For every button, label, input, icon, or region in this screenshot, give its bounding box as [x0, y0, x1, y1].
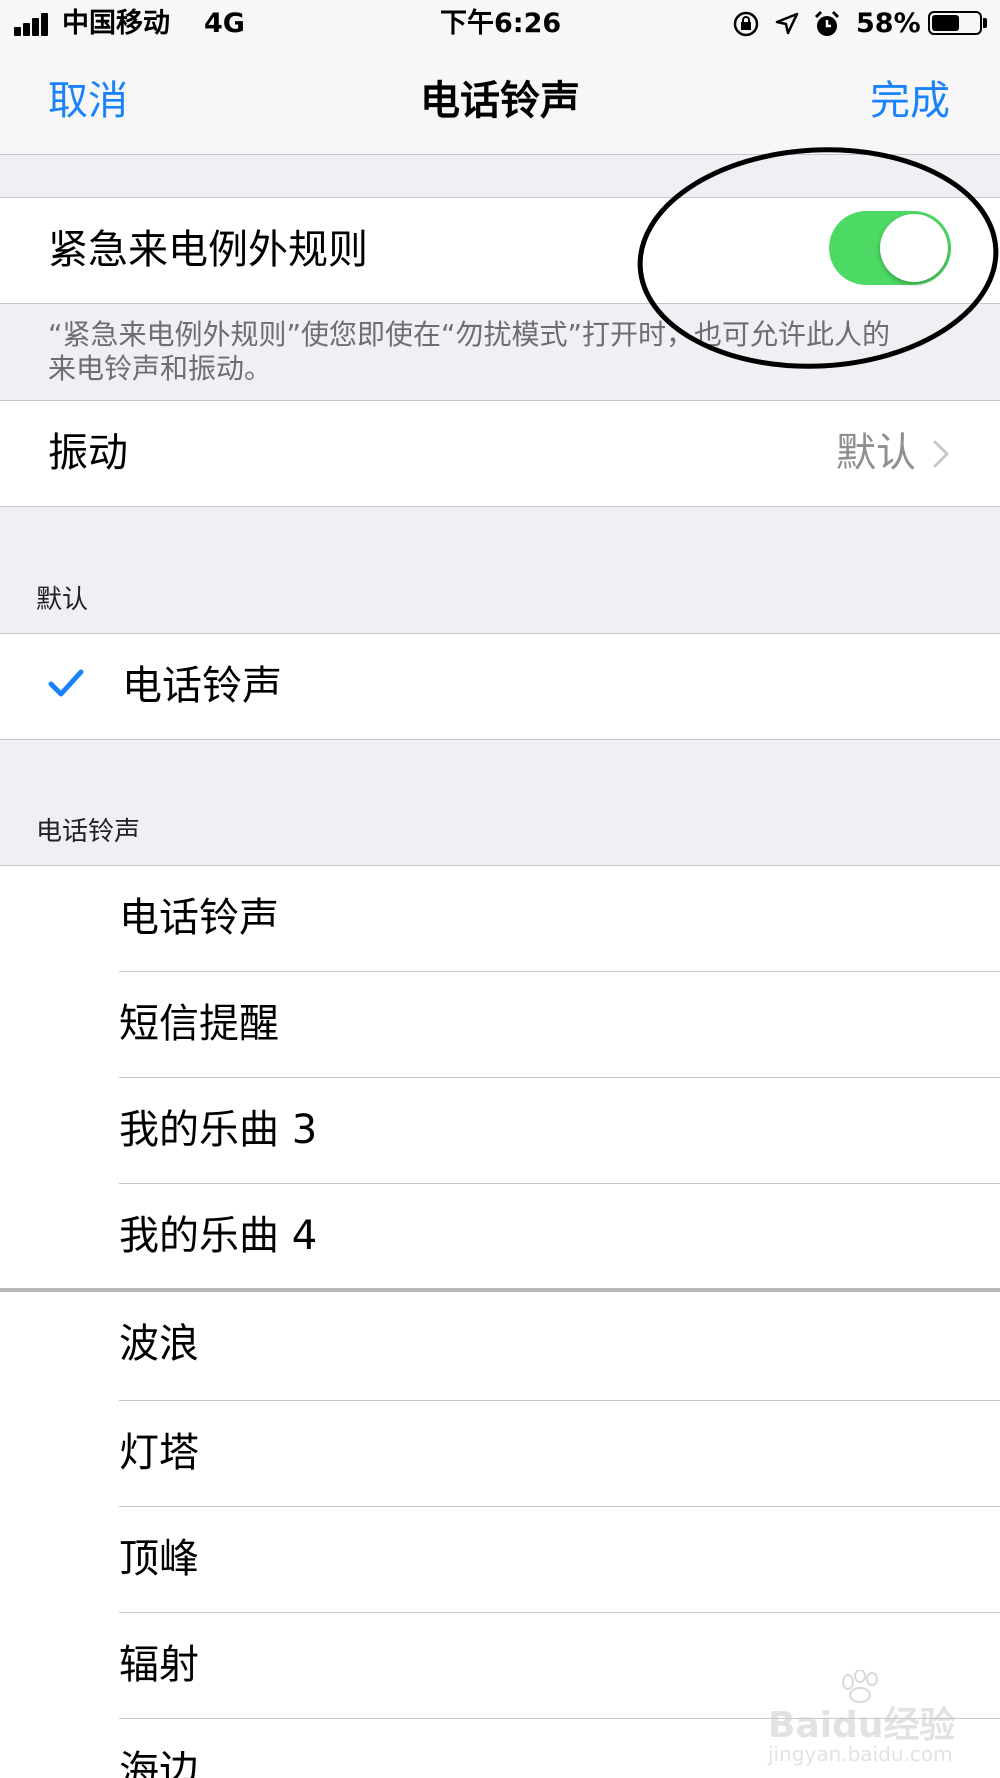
default-section-header: 默认 — [36, 585, 89, 615]
battery-icon — [928, 11, 982, 35]
signal-strength-icon — [14, 12, 56, 36]
location-arrow-icon — [775, 12, 799, 35]
annotation-circle — [637, 147, 999, 369]
alarm-clock-icon — [814, 10, 840, 36]
baidu-watermark: Baidu经验 jingyan.baidu.com — [768, 1670, 988, 1770]
watermark-url: jingyan.baidu.com — [768, 1742, 953, 1766]
clock: 下午6:26 — [440, 8, 562, 39]
network-type: 4G — [204, 8, 245, 39]
ringtone-label: 我的乐曲 4 — [119, 1213, 318, 1259]
ringtone-label: 波浪 — [119, 1321, 199, 1367]
checkmark-icon — [48, 669, 84, 697]
ringtone-item[interactable]: 顶峰 — [0, 1507, 1000, 1613]
status-bar: 中国移动 4G 下午6:26 58% — [0, 0, 1000, 48]
ringtone-item[interactable]: 我的乐曲 3 — [0, 1078, 1000, 1184]
ringtone-label: 灯塔 — [119, 1430, 199, 1476]
ringtone-item[interactable]: 灯塔 — [0, 1401, 1000, 1507]
default-ringtone-cell[interactable]: 电话铃声 — [0, 634, 1000, 739]
ringtone-list: 电话铃声 短信提醒 我的乐曲 3 我的乐曲 4 波浪 灯塔 顶峰 辐射 海边 — [0, 866, 1000, 1778]
chevron-right-icon — [933, 440, 949, 468]
ringtone-label: 我的乐曲 3 — [119, 1107, 318, 1153]
battery-percent: 58% — [856, 8, 921, 39]
ringtone-label: 短信提醒 — [119, 1001, 279, 1047]
separator — [0, 506, 1000, 507]
cancel-button[interactable]: 取消 — [48, 76, 128, 126]
done-button[interactable]: 完成 — [870, 76, 950, 126]
battery-tip — [983, 18, 987, 28]
page-title: 电话铃声 — [420, 78, 580, 124]
ringtone-item[interactable]: 电话铃声 — [0, 866, 1000, 972]
ringtones-section-header: 电话铃声 — [36, 817, 141, 847]
ringtone-item[interactable]: 短信提醒 — [0, 972, 1000, 1078]
ringtone-label: 海边 — [119, 1748, 199, 1778]
separator — [0, 739, 1000, 740]
ringtone-label: 辐射 — [119, 1642, 199, 1688]
ringtone-label: 电话铃声 — [119, 895, 279, 941]
emergency-bypass-label: 紧急来电例外规则 — [48, 227, 368, 273]
watermark-brand: Baidu经验 — [768, 1705, 956, 1746]
vibration-value: 默认 — [836, 430, 916, 476]
ringtone-item[interactable]: 我的乐曲 4 — [0, 1184, 1000, 1290]
rotation-lock-icon — [733, 11, 759, 37]
navigation-bar: 电话铃声 取消 完成 — [0, 48, 1000, 155]
vibration-label: 振动 — [48, 430, 128, 476]
carrier-name: 中国移动 — [62, 8, 170, 39]
vibration-cell[interactable]: 振动 默认 — [0, 401, 1000, 506]
default-ringtone-label: 电话铃声 — [122, 663, 282, 709]
ringtone-label: 顶峰 — [119, 1536, 199, 1582]
ringtone-item[interactable]: 波浪 — [0, 1292, 1000, 1398]
